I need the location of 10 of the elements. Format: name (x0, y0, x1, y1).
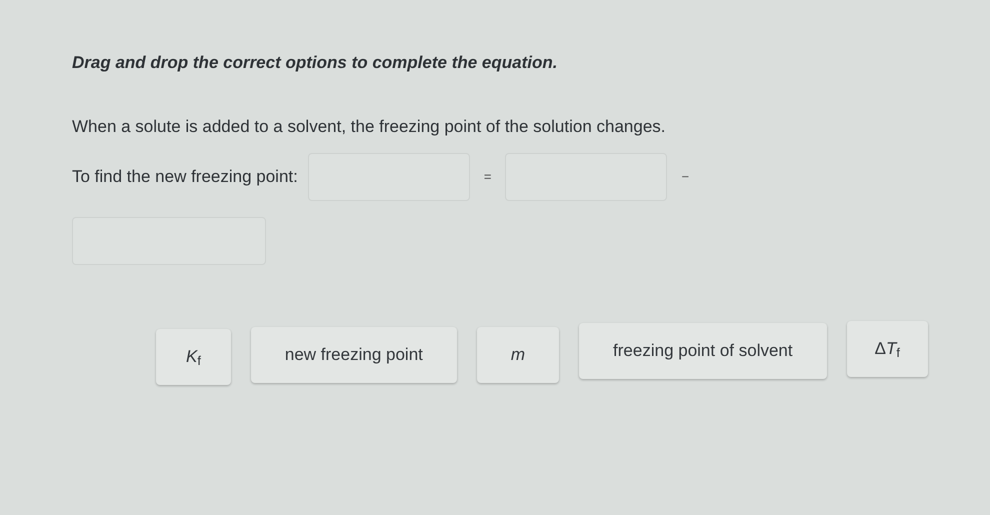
equation-label: To find the new freezing point: (72, 166, 298, 188)
answer-option[interactable]: new freezing point (250, 327, 457, 383)
answer-option[interactable]: K$_{f}$ (156, 329, 231, 385)
operator-symbol: = (484, 168, 492, 186)
answer-option[interactable]: m (476, 327, 560, 383)
answer-option[interactable]: ΔT$_{f}$ (846, 321, 928, 377)
instruction-text: Drag and drop the correct options to complete the equation. (72, 52, 558, 74)
prompt-text: When a solute is added to a solvent, the freezing point of the solution changes. (72, 116, 666, 138)
operator-symbol: − (681, 168, 690, 186)
answer-option[interactable]: freezing point of solvent (579, 323, 827, 379)
